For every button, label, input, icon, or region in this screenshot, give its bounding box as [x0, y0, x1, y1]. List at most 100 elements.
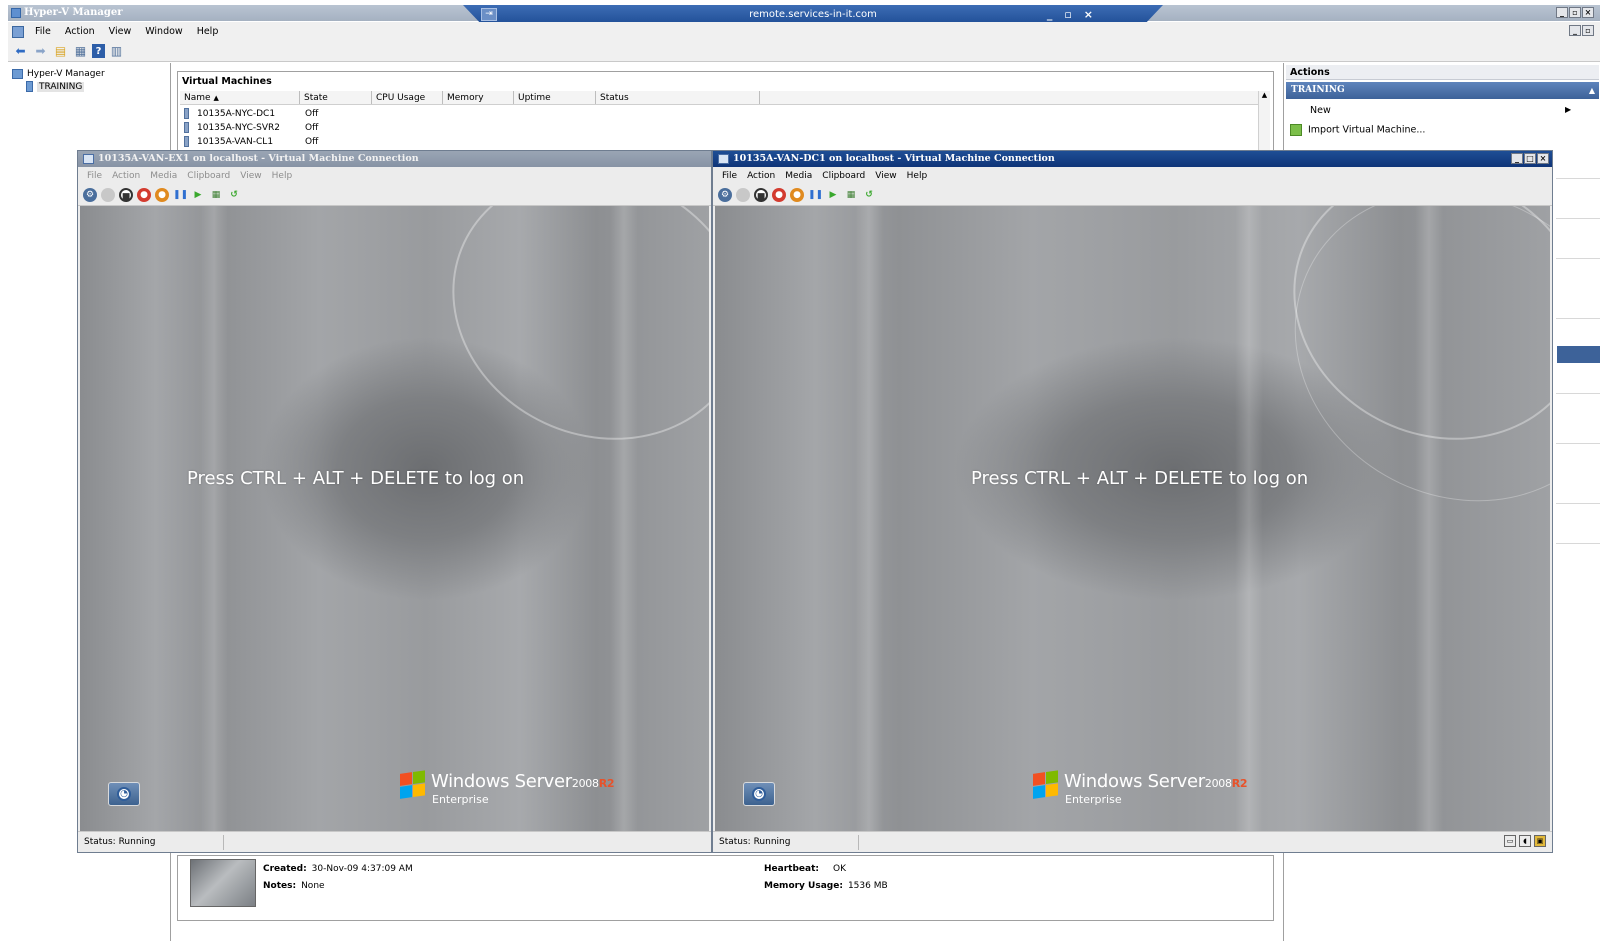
close-icon[interactable]: ×	[1537, 153, 1549, 164]
vm-icon	[184, 108, 189, 119]
mdi-minimize-icon[interactable]: _	[1569, 25, 1581, 36]
col-uptime[interactable]: Uptime	[514, 91, 596, 104]
vm-menu-clipboard[interactable]: Clipboard	[817, 171, 870, 181]
vm-menu-view[interactable]: View	[870, 171, 901, 181]
windows-flag-icon	[1033, 770, 1059, 800]
collapse-icon[interactable]: ▲	[1589, 82, 1595, 99]
pin-icon[interactable]: ⇥	[481, 8, 497, 21]
vm-menu-file[interactable]: File	[82, 171, 107, 181]
actions-divider	[1556, 178, 1600, 179]
resume-icon[interactable]: ▶	[191, 188, 205, 202]
ctrl-alt-del-icon[interactable]: ⚙	[718, 187, 732, 202]
vm-window-title-bar[interactable]: 10135A-VAN-DC1 on localhost - Virtual Ma…	[713, 151, 1552, 167]
forward-icon[interactable]: ➡	[32, 43, 49, 60]
mmc-icon[interactable]	[12, 25, 24, 38]
col-cpu-usage[interactable]: CPU Usage	[372, 91, 443, 104]
rdp-restore-icon[interactable]: ▫	[1064, 8, 1083, 21]
show-hide-tree-icon[interactable]: ▦	[72, 43, 89, 60]
vm-menu-media[interactable]: Media	[145, 171, 182, 181]
background-streak	[855, 206, 883, 832]
revert-icon[interactable]: ↺	[227, 188, 241, 202]
vm-menu-clipboard[interactable]: Clipboard	[182, 171, 235, 181]
turn-off-icon[interactable]: ■	[754, 187, 768, 202]
col-state[interactable]: State	[300, 91, 372, 104]
vm-thumbnail[interactable]	[190, 859, 256, 907]
vm-menu-help[interactable]: Help	[267, 171, 298, 181]
action-new[interactable]: New ▶	[1310, 105, 1571, 116]
back-icon[interactable]: ⬅	[12, 43, 29, 60]
brand-edition: Enterprise	[432, 793, 489, 806]
vm-menu-bar: File Action Media Clipboard View Help	[713, 167, 1552, 184]
col-memory[interactable]: Memory	[443, 91, 514, 104]
actions-divider	[1556, 443, 1600, 444]
vm-window-title-bar[interactable]: 10135A-VAN-EX1 on localhost - Virtual Ma…	[78, 151, 711, 167]
ease-of-access-button[interactable]: ◔	[108, 782, 140, 806]
close-icon[interactable]: ×	[1582, 7, 1594, 18]
rdp-close-icon[interactable]: ×	[1084, 8, 1105, 21]
actions-section-collapsed[interactable]	[1557, 346, 1600, 363]
menu-window[interactable]: Window	[138, 26, 189, 37]
turn-off-icon[interactable]: ■	[119, 187, 133, 202]
pause-icon[interactable]: ❚❚	[173, 188, 188, 202]
table-row[interactable]: 10135A-NYC-DC1 Off	[184, 107, 318, 120]
revert-icon[interactable]: ↺	[862, 188, 876, 202]
vm-menu-action[interactable]: Action	[107, 171, 145, 181]
shutdown-icon[interactable]: ●	[772, 187, 786, 202]
restore-icon[interactable]: ▫	[1569, 7, 1581, 18]
memory-value: 1536 MB	[847, 881, 888, 891]
tree-server[interactable]: TRAINING	[12, 80, 166, 93]
minimize-icon[interactable]: _	[1511, 153, 1523, 164]
snapshot-icon[interactable]: ▦	[209, 188, 223, 202]
resume-icon[interactable]: ▶	[826, 188, 840, 202]
vm-menu-help[interactable]: Help	[902, 171, 933, 181]
pause-icon[interactable]: ❚❚	[808, 188, 823, 202]
start-icon[interactable]	[101, 187, 115, 202]
save-icon[interactable]: ●	[155, 187, 169, 202]
vm-menu-file[interactable]: File	[717, 171, 742, 181]
action-import-vm[interactable]: Import Virtual Machine...	[1290, 124, 1425, 136]
actions-section-training[interactable]: TRAINING ▲	[1286, 82, 1599, 99]
vm-list-scrollbar[interactable]: ▲	[1258, 91, 1270, 151]
rdp-minimize-icon[interactable]: _	[1047, 8, 1065, 21]
shutdown-icon[interactable]: ●	[137, 187, 151, 202]
menu-file[interactable]: File	[28, 26, 58, 37]
properties-icon[interactable]: ▥	[108, 43, 125, 60]
col-status[interactable]: Status	[596, 91, 760, 104]
snapshot-icon[interactable]: ▦	[844, 188, 858, 202]
maximize-icon[interactable]: □	[1524, 153, 1536, 164]
menu-action[interactable]: Action	[58, 26, 102, 37]
table-row[interactable]: 10135A-VAN-CL1 Off	[184, 135, 318, 148]
background-streak	[1235, 206, 1263, 832]
vm-menu-view[interactable]: View	[235, 171, 266, 181]
scroll-up-icon[interactable]: ▲	[1259, 91, 1270, 99]
up-folder-icon[interactable]: ▤	[52, 43, 69, 60]
actions-divider	[1556, 393, 1600, 394]
vm-screen[interactable]: Press CTRL + ALT + DELETE to log on ◔ Wi…	[80, 206, 709, 832]
vm-window-controls: _ □ ×	[1511, 153, 1549, 164]
minimize-icon[interactable]: _	[1556, 7, 1568, 18]
brand-release: R2	[598, 777, 615, 790]
menu-help[interactable]: Help	[190, 26, 226, 37]
ctrl-alt-del-icon[interactable]: ⚙	[83, 187, 97, 202]
tree-root[interactable]: Hyper-V Manager	[12, 67, 166, 80]
vm-menu-media[interactable]: Media	[780, 171, 817, 181]
detail-memory: Memory Usage: 1536 MB	[764, 881, 888, 891]
vm-connection-window-ex1[interactable]: 10135A-VAN-EX1 on localhost - Virtual Ma…	[77, 150, 712, 853]
mdi-restore-icon[interactable]: ▫	[1582, 25, 1594, 36]
col-name[interactable]: Name ▲	[180, 91, 300, 104]
start-icon[interactable]	[736, 187, 750, 202]
detail-notes: Notes: None	[263, 881, 325, 891]
notes-value: None	[301, 881, 325, 891]
vm-connection-window-dc1[interactable]: 10135A-VAN-DC1 on localhost - Virtual Ma…	[712, 150, 1553, 853]
vm-table-header: Name ▲ State CPU Usage Memory Uptime Sta…	[180, 91, 1262, 105]
vm-menu-action[interactable]: Action	[742, 171, 780, 181]
menu-view[interactable]: View	[102, 26, 139, 37]
save-icon[interactable]: ●	[790, 187, 804, 202]
host-window-controls: _ ▫ ×	[1556, 7, 1594, 18]
help-icon[interactable]: ?	[92, 44, 105, 58]
table-row[interactable]: 10135A-NYC-SVR2 Off	[184, 121, 318, 134]
col-name-label: Name	[184, 93, 211, 103]
heartbeat-label: Heartbeat:	[764, 864, 819, 874]
ease-of-access-button[interactable]: ◔	[743, 782, 775, 806]
vm-screen[interactable]: Press CTRL + ALT + DELETE to log on ◔ Wi…	[715, 206, 1550, 832]
